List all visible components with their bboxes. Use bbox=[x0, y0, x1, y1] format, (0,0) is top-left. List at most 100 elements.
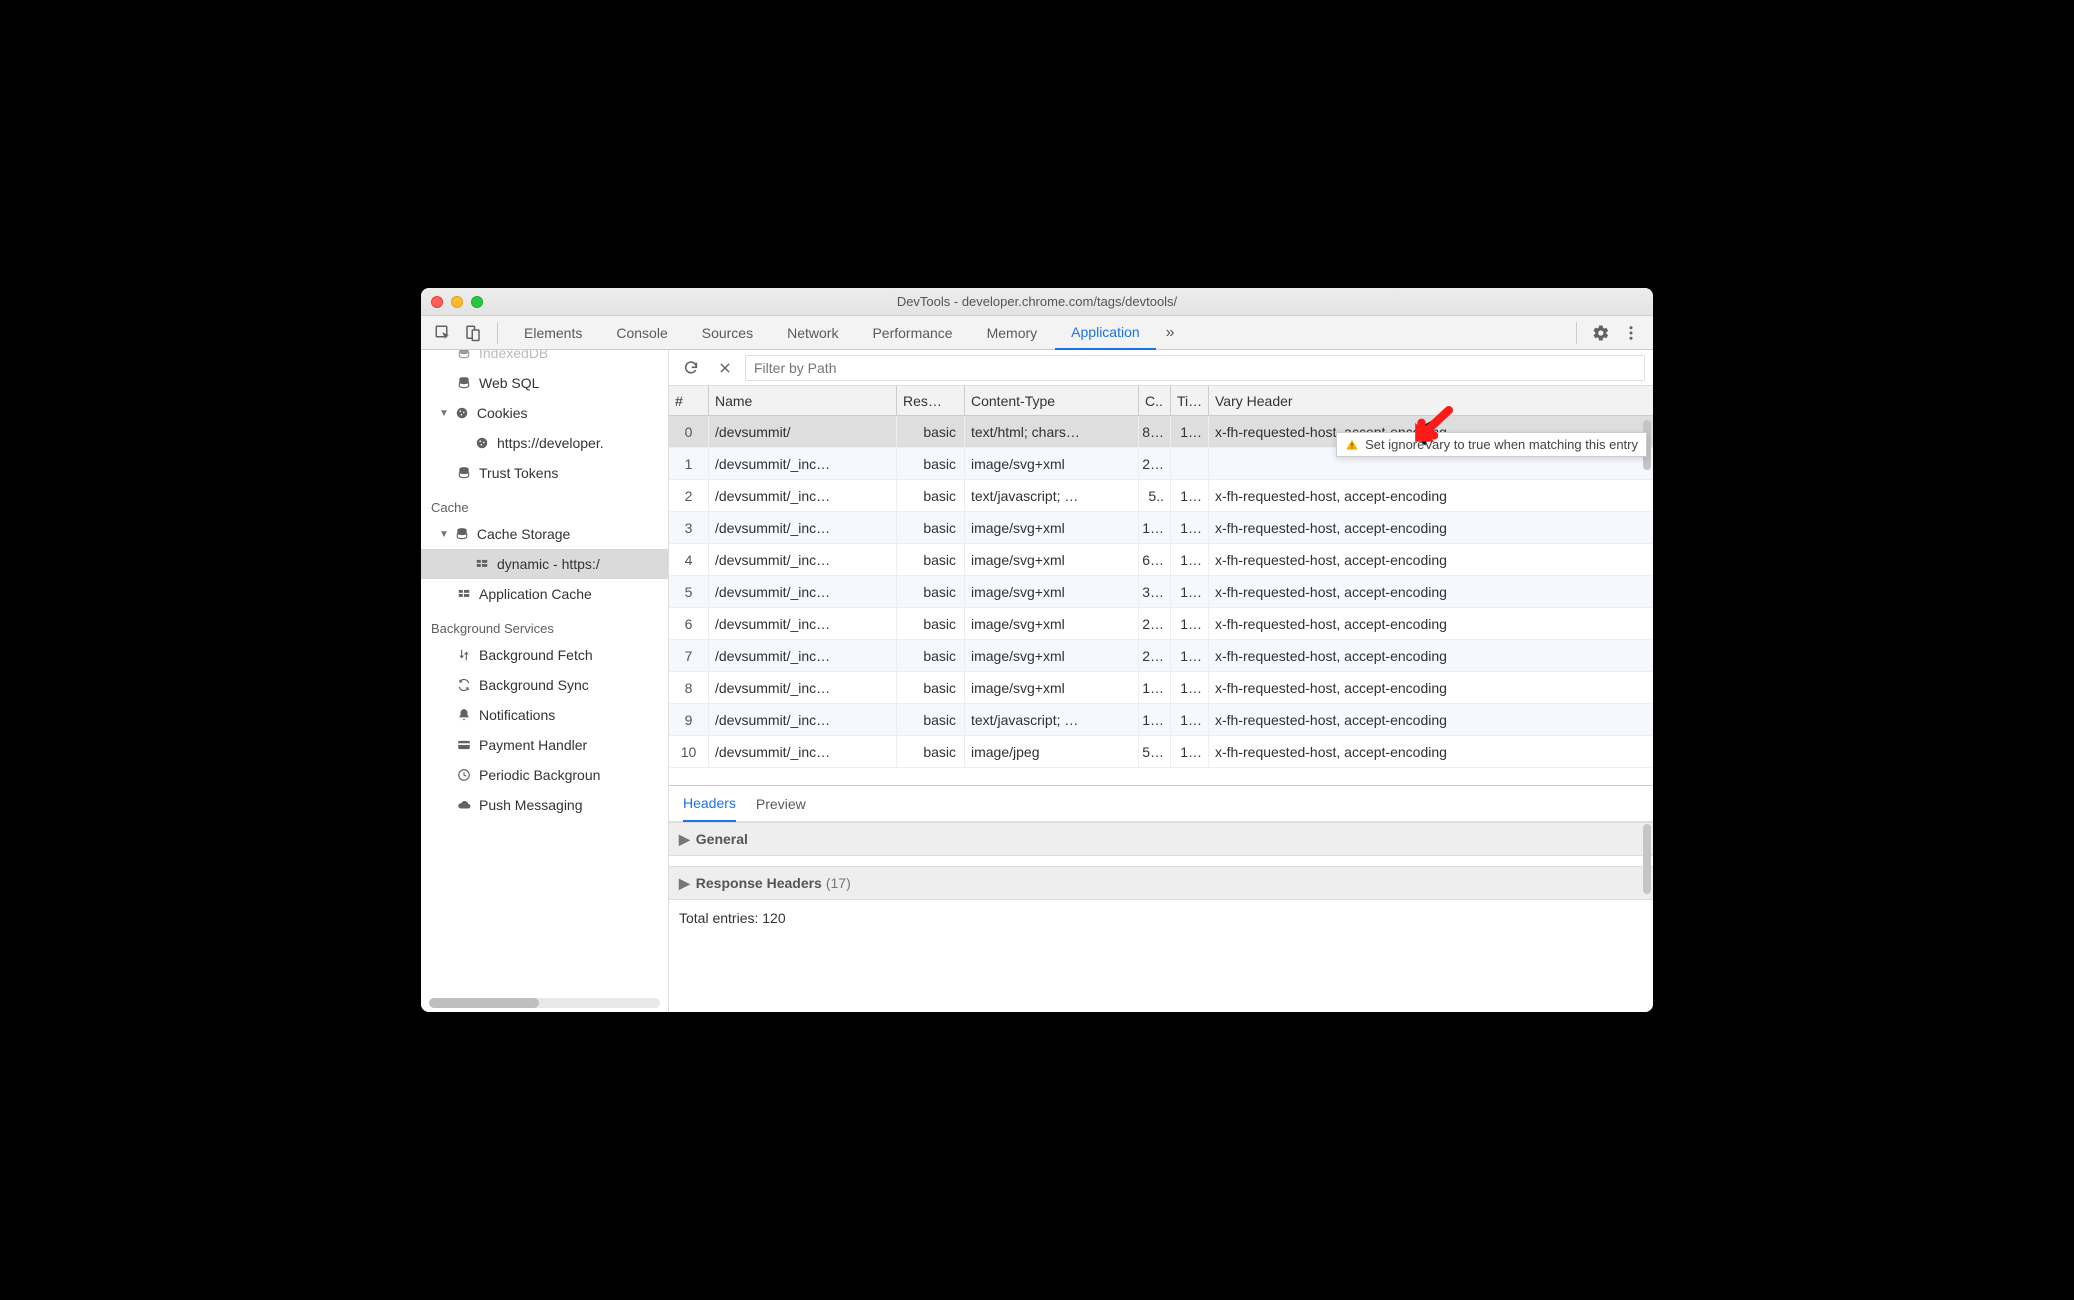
sidebar-item-periodic[interactable]: Periodic Backgroun bbox=[421, 760, 668, 790]
credit-card-icon bbox=[455, 738, 473, 752]
tab-console[interactable]: Console bbox=[600, 316, 683, 350]
sidebar-item-payment[interactable]: Payment Handler bbox=[421, 730, 668, 760]
database-icon bbox=[455, 376, 473, 390]
horizontal-scrollbar[interactable] bbox=[429, 998, 660, 1008]
cell-res: basic bbox=[897, 736, 965, 767]
section-general[interactable]: ▶ General bbox=[669, 822, 1653, 856]
sidebar-item-application-cache[interactable]: Application Cache bbox=[421, 579, 668, 609]
col-vary[interactable]: Vary Header bbox=[1209, 386, 1653, 415]
col-time[interactable]: Ti… bbox=[1171, 386, 1209, 415]
inspect-element-icon[interactable] bbox=[429, 319, 457, 347]
col-content-length[interactable]: C.. bbox=[1139, 386, 1171, 415]
col-index[interactable]: # bbox=[669, 386, 709, 415]
zoom-window-button[interactable] bbox=[471, 296, 483, 308]
scrollbar-thumb[interactable] bbox=[429, 998, 539, 1008]
disclosure-triangle-icon[interactable]: ▼ bbox=[439, 408, 449, 419]
tab-sources[interactable]: Sources bbox=[686, 316, 769, 350]
cell-cl: 5.. bbox=[1139, 480, 1171, 511]
tab-memory[interactable]: Memory bbox=[971, 316, 1054, 350]
cache-storage-panel: # Name Res… Content-Type C.. Ti… Vary He… bbox=[669, 350, 1653, 1012]
tab-application[interactable]: Application bbox=[1055, 316, 1156, 350]
cell-name: /devsummit/_inc… bbox=[709, 704, 897, 735]
disclosure-triangle-icon[interactable]: ▼ bbox=[439, 529, 449, 540]
delete-button[interactable] bbox=[711, 354, 739, 382]
label: Cache Storage bbox=[477, 526, 570, 542]
cell-vary: x-fh-requested-host, accept-encoding bbox=[1209, 704, 1653, 735]
cell-name: /devsummit/_inc… bbox=[709, 640, 897, 671]
database-icon bbox=[453, 527, 471, 541]
detail-tabs: Headers Preview bbox=[669, 786, 1653, 822]
filter-input[interactable] bbox=[745, 355, 1645, 381]
tab-elements[interactable]: Elements bbox=[508, 316, 598, 350]
cell-cl: 1… bbox=[1139, 512, 1171, 543]
cell-ti bbox=[1171, 448, 1209, 479]
sidebar-item-cache-entry[interactable]: dynamic - https:/ bbox=[421, 549, 668, 579]
minimize-window-button[interactable] bbox=[451, 296, 463, 308]
sidebar-section-background: Background Services bbox=[421, 609, 668, 640]
cell-res: basic bbox=[897, 512, 965, 543]
table-row[interactable]: 4/devsummit/_inc…basicimage/svg+xml6…1…x… bbox=[669, 544, 1653, 576]
vertical-scrollbar[interactable] bbox=[1643, 420, 1651, 782]
cell-cl: 2… bbox=[1139, 640, 1171, 671]
cell-ti: 1… bbox=[1171, 480, 1209, 511]
col-content-type[interactable]: Content-Type bbox=[965, 386, 1139, 415]
sidebar-item-cache-storage[interactable]: ▼ Cache Storage bbox=[421, 519, 668, 549]
cell-cl: 1… bbox=[1139, 672, 1171, 703]
table-row[interactable]: 10/devsummit/_inc…basicimage/jpeg5…1…x-f… bbox=[669, 736, 1653, 768]
cell-name: /devsummit/_inc… bbox=[709, 480, 897, 511]
sidebar-item-websql[interactable]: Web SQL bbox=[421, 368, 668, 398]
cell-idx: 8 bbox=[669, 672, 709, 703]
tabs-overflow-button[interactable]: » bbox=[1158, 316, 1183, 350]
close-window-button[interactable] bbox=[431, 296, 443, 308]
disclosure-triangle-icon: ▶ bbox=[679, 875, 690, 892]
cell-name: /devsummit/_inc… bbox=[709, 448, 897, 479]
table-row[interactable]: 5/devsummit/_inc…basicimage/svg+xml3…1…x… bbox=[669, 576, 1653, 608]
cell-res: basic bbox=[897, 576, 965, 607]
table-row[interactable]: 3/devsummit/_inc…basicimage/svg+xml1…1…x… bbox=[669, 512, 1653, 544]
detail-body: ▶ General ▶ Response Headers (17) Total … bbox=[669, 822, 1653, 1012]
label: https://developer. bbox=[497, 435, 604, 451]
cell-idx: 3 bbox=[669, 512, 709, 543]
settings-icon[interactable] bbox=[1587, 319, 1615, 347]
sidebar-item-bg-sync[interactable]: Background Sync bbox=[421, 670, 668, 700]
table-row[interactable]: 9/devsummit/_inc…basictext/javascript; …… bbox=[669, 704, 1653, 736]
table-row[interactable]: 2/devsummit/_inc…basictext/javascript; …… bbox=[669, 480, 1653, 512]
tab-performance[interactable]: Performance bbox=[856, 316, 968, 350]
cell-ct: image/svg+xml bbox=[965, 576, 1139, 607]
table-row[interactable]: 6/devsummit/_inc…basicimage/svg+xml2…1…x… bbox=[669, 608, 1653, 640]
sync-icon bbox=[455, 678, 473, 692]
application-sidebar: IndexedDB Web SQL ▼ Cookies bbox=[421, 350, 669, 1012]
label: Response Headers bbox=[696, 875, 822, 891]
vary-warning-tooltip: Set ignoreVary to true when matching thi… bbox=[1336, 432, 1647, 457]
cell-ct: image/svg+xml bbox=[965, 544, 1139, 575]
table-row[interactable]: 7/devsummit/_inc…basicimage/svg+xml2…1…x… bbox=[669, 640, 1653, 672]
detail-tab-preview[interactable]: Preview bbox=[756, 786, 806, 822]
sidebar-item-indexeddb[interactable]: IndexedDB bbox=[421, 350, 668, 368]
sidebar-item-cookies[interactable]: ▼ Cookies bbox=[421, 398, 668, 428]
cell-ti: 1… bbox=[1171, 672, 1209, 703]
col-response[interactable]: Res… bbox=[897, 386, 965, 415]
database-icon bbox=[455, 350, 473, 360]
vertical-scrollbar[interactable] bbox=[1643, 824, 1651, 1008]
sidebar-item-trust-tokens[interactable]: Trust Tokens bbox=[421, 458, 668, 488]
sidebar-item-bg-fetch[interactable]: Background Fetch bbox=[421, 640, 668, 670]
grid-icon bbox=[473, 557, 491, 571]
toggle-device-icon[interactable] bbox=[459, 319, 487, 347]
traffic-lights bbox=[431, 296, 483, 308]
col-name[interactable]: Name bbox=[709, 386, 897, 415]
refresh-button[interactable] bbox=[677, 354, 705, 382]
tab-network[interactable]: Network bbox=[771, 316, 854, 350]
cell-cl: 6… bbox=[1139, 544, 1171, 575]
sidebar-item-push[interactable]: Push Messaging bbox=[421, 790, 668, 820]
table-row[interactable]: 8/devsummit/_inc…basicimage/svg+xml1…1…x… bbox=[669, 672, 1653, 704]
sidebar-item-cookies-origin[interactable]: https://developer. bbox=[421, 428, 668, 458]
cell-name: /devsummit/_inc… bbox=[709, 608, 897, 639]
cell-ct: image/svg+xml bbox=[965, 608, 1139, 639]
cell-ct: image/svg+xml bbox=[965, 512, 1139, 543]
section-response-headers[interactable]: ▶ Response Headers (17) bbox=[669, 866, 1653, 900]
scrollbar-thumb[interactable] bbox=[1643, 824, 1651, 894]
detail-tab-headers[interactable]: Headers bbox=[683, 786, 736, 822]
cookie-icon bbox=[453, 406, 471, 420]
more-icon[interactable] bbox=[1617, 319, 1645, 347]
sidebar-item-notifications[interactable]: Notifications bbox=[421, 700, 668, 730]
